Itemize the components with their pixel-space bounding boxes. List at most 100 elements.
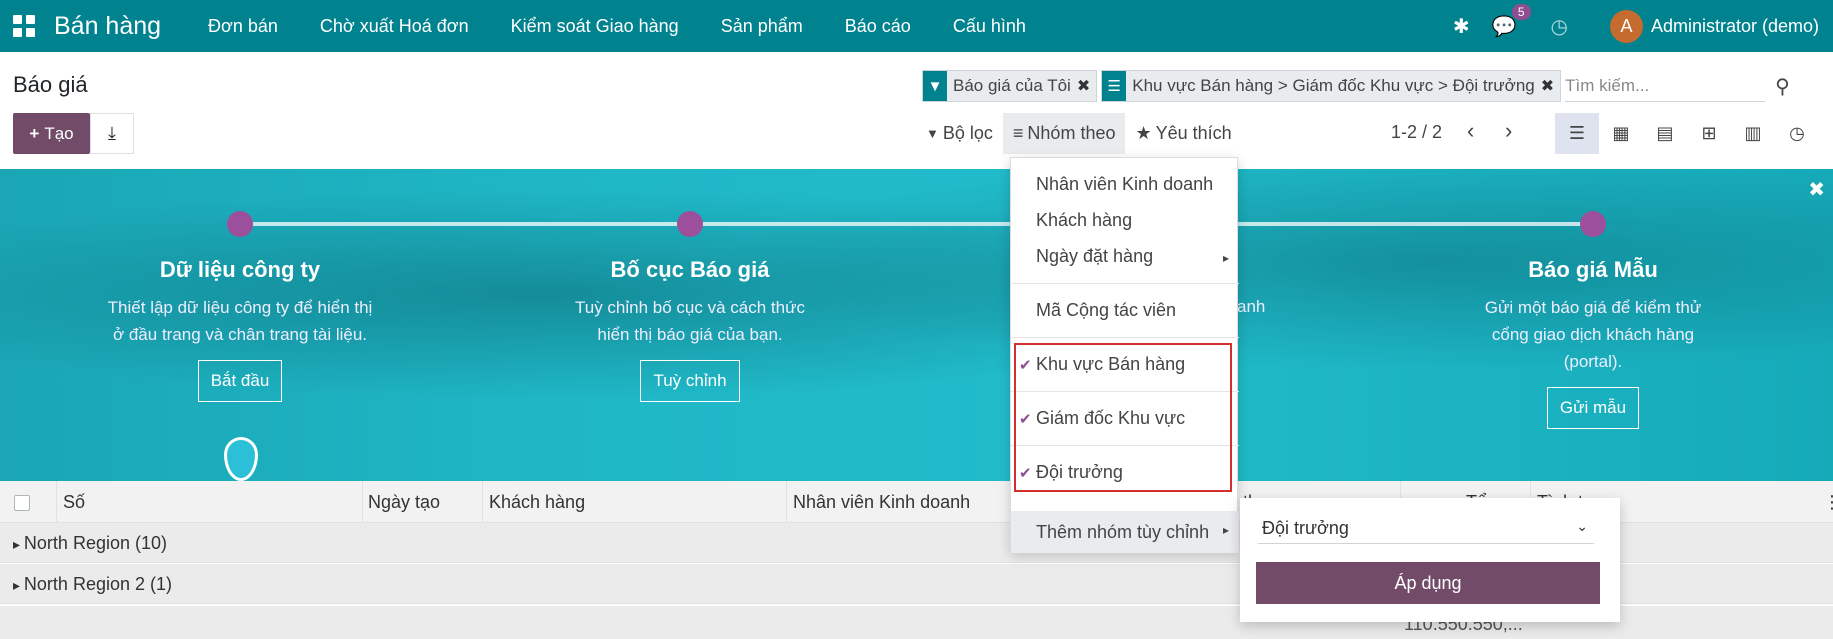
customize-button[interactable]: Tuỳ chỉnh <box>640 360 740 402</box>
search-input[interactable] <box>1565 70 1766 102</box>
step-description: Thiết lập dữ liệu công ty để hiển thị ở … <box>107 298 373 344</box>
step-title: Báo giá Mẫu <box>1528 257 1658 282</box>
column-options-icon[interactable]: ⋮ <box>1823 492 1833 513</box>
step-description: Gửi một báo giá để kiểm thử cổng giao dị… <box>1484 298 1702 371</box>
column-header-salesperson[interactable]: Nhân viên Kinh doanh <box>793 492 970 513</box>
menu-cho-xuat-hoa-don[interactable]: Chờ xuất Hoá đơn <box>299 16 490 37</box>
add-custom-group-label: Thêm nhóm tùy chỉnh <box>1036 522 1210 542</box>
download-button[interactable]: ⤓ <box>90 113 134 154</box>
caret-right-icon: ▸ <box>1222 251 1229 265</box>
facet-label: Báo giá của Tôi <box>953 76 1071 95</box>
menu-san-pham[interactable]: Sản phẩm <box>700 16 824 37</box>
step-description: Tuỳ chỉnh bố cục và cách thức hiển thị b… <box>575 298 805 344</box>
column-separator <box>482 481 483 523</box>
filter-button-label: Bộ lọc <box>942 123 993 143</box>
calendar-view-icon[interactable]: ▤ <box>1643 113 1687 154</box>
custom-group-panel: Đội trưởng ⌄ Áp dụng <box>1240 498 1620 622</box>
groupby-option-label: Ngày đặt hàng <box>1036 246 1154 266</box>
plus-icon: + <box>29 123 40 143</box>
chevron-down-icon: ⌄ <box>1576 518 1588 534</box>
activity-clock-icon[interactable]: ◷ <box>1551 14 1568 39</box>
filter-icon: ▼ <box>926 126 939 141</box>
step-title: Bố cục Báo giá <box>610 257 770 282</box>
step-dot <box>227 211 253 237</box>
activity-view-icon[interactable]: ◷ <box>1775 113 1819 154</box>
message-count-badge: 5 <box>1511 3 1531 20</box>
step-quote-layout: Bố cục Báo giá Tuỳ chỉnh bố cục và cách … <box>545 257 835 402</box>
remove-facet-icon[interactable]: ✖ <box>1077 76 1096 96</box>
search-facet-filter: ▼ Báo giá của Tôi ✖ <box>922 70 1098 102</box>
groupby-button[interactable]: ≡ Nhóm theo <box>1002 113 1126 154</box>
custom-group-select[interactable]: Đội trưởng ⌄ <box>1258 512 1594 544</box>
column-header-number[interactable]: Số <box>63 492 85 513</box>
kanban-view-icon[interactable]: ▦ <box>1599 113 1643 154</box>
favorites-button[interactable]: ★ Yêu thích <box>1125 113 1242 154</box>
add-custom-group-item[interactable]: Thêm nhóm tùy chỉnh ▸ <box>1011 511 1239 553</box>
pager-next-icon[interactable]: › <box>1505 118 1512 144</box>
groupby-bars-icon: ☰ <box>1102 71 1127 101</box>
create-button[interactable]: + Tạo <box>13 113 90 154</box>
step-sample-quote: Báo giá Mẫu Gửi một báo giá để kiểm thử … <box>1448 257 1738 429</box>
facet-label: Khu vực Bán hàng > Giám đốc Khu vực > Độ… <box>1132 76 1535 95</box>
view-switcher: ☰ ▦ ▤ ⊞ ▥ ◷ <box>1555 113 1819 154</box>
groupby-option-salesperson[interactable]: Nhân viên Kinh doanh <box>1011 174 1239 195</box>
create-button-label: Tạo <box>44 123 74 143</box>
caret-right-icon: ▸ <box>1222 523 1229 537</box>
filter-icon: ▼ <box>923 71 947 101</box>
download-icon: ⤓ <box>108 123 116 143</box>
list-view-icon[interactable]: ☰ <box>1555 113 1599 154</box>
groupby-button-label: Nhóm theo <box>1027 123 1116 143</box>
dropdown-divider <box>1011 283 1239 284</box>
step-dot <box>677 211 703 237</box>
send-sample-button[interactable]: Gửi mẫu <box>1546 387 1640 429</box>
search-icon[interactable]: ⚲ <box>1775 74 1790 99</box>
step-dot <box>1580 211 1606 237</box>
pager-previous-icon[interactable]: ‹ <box>1467 118 1474 144</box>
column-separator <box>56 481 57 523</box>
menu-kiem-soat-giao-hang[interactable]: Kiểm soát Giao hàng <box>490 16 700 37</box>
column-separator <box>362 481 363 523</box>
app-brand[interactable]: Bán hàng <box>54 12 161 41</box>
column-separator <box>786 481 787 523</box>
pager-value[interactable]: 1-2 / 2 <box>1391 122 1442 143</box>
messages-chat-icon[interactable]: 💬 5 <box>1492 3 1531 39</box>
menu-bao-cao[interactable]: Báo cáo <box>824 16 932 37</box>
step-company-data: Dữ liệu công ty Thiết lập dữ liệu công t… <box>95 257 385 402</box>
column-header-customer[interactable]: Khách hàng <box>489 492 585 513</box>
top-navbar: Bán hàng Đơn bán Chờ xuất Hoá đơn Kiểm s… <box>0 0 1833 52</box>
highlight-box <box>1014 343 1232 492</box>
user-name[interactable]: Administrator (demo) <box>1651 16 1819 37</box>
groupby-option-affiliate-code[interactable]: Mã Cộng tác viên <box>1011 300 1239 321</box>
progress-line <box>240 222 1593 226</box>
onboarding-banner: Dữ liệu công ty Thiết lập dữ liệu công t… <box>0 169 1833 481</box>
page-title: Báo giá <box>13 72 88 97</box>
star-icon: ★ <box>1135 123 1152 143</box>
select-all-checkbox[interactable] <box>14 495 30 511</box>
search-facet-groupby: ☰ Khu vực Bán hàng > Giám đốc Khu vực > … <box>1101 70 1562 102</box>
group-label: North Region (10) <box>13 533 167 554</box>
dropdown-divider <box>1011 337 1239 338</box>
custom-group-selected-value: Đội trưởng <box>1262 518 1349 538</box>
step-title: Dữ liệu công ty <box>159 257 321 282</box>
graph-view-icon[interactable]: ▥ <box>1731 113 1775 154</box>
start-button[interactable]: Bắt đầu <box>197 360 283 402</box>
close-icon[interactable]: ✖ <box>1808 177 1825 202</box>
groupby-option-order-date[interactable]: Ngày đặt hàng ▸ <box>1011 246 1239 267</box>
group-label: North Region 2 (1) <box>13 574 172 595</box>
debug-bug-icon[interactable]: ✱ <box>1453 14 1470 39</box>
apps-menu-icon[interactable] <box>13 15 35 37</box>
groupby-option-customer[interactable]: Khách hàng <box>1011 210 1239 231</box>
step-description-partial: anh <box>1237 297 1266 316</box>
column-header-date[interactable]: Ngày tạo <box>368 492 440 513</box>
user-avatar[interactable]: A <box>1609 9 1643 43</box>
pivot-view-icon[interactable]: ⊞ <box>1687 113 1731 154</box>
search-bar: ▼ Báo giá của Tôi ✖ ☰ Khu vực Bán hàng >… <box>922 70 1790 102</box>
search-options: ▼ Bộ lọc ≡ Nhóm theo ★ Yêu thích <box>916 113 1242 154</box>
menu-cau-hinh[interactable]: Cấu hình <box>932 16 1047 37</box>
menu-don-ban[interactable]: Đơn bán <box>187 16 299 37</box>
apply-button[interactable]: Áp dụng <box>1256 562 1600 604</box>
remove-facet-icon[interactable]: ✖ <box>1541 76 1560 96</box>
favorites-button-label: Yêu thích <box>1155 123 1232 143</box>
bars-icon: ≡ <box>1012 123 1024 143</box>
filter-button[interactable]: ▼ Bộ lọc <box>916 113 1003 154</box>
